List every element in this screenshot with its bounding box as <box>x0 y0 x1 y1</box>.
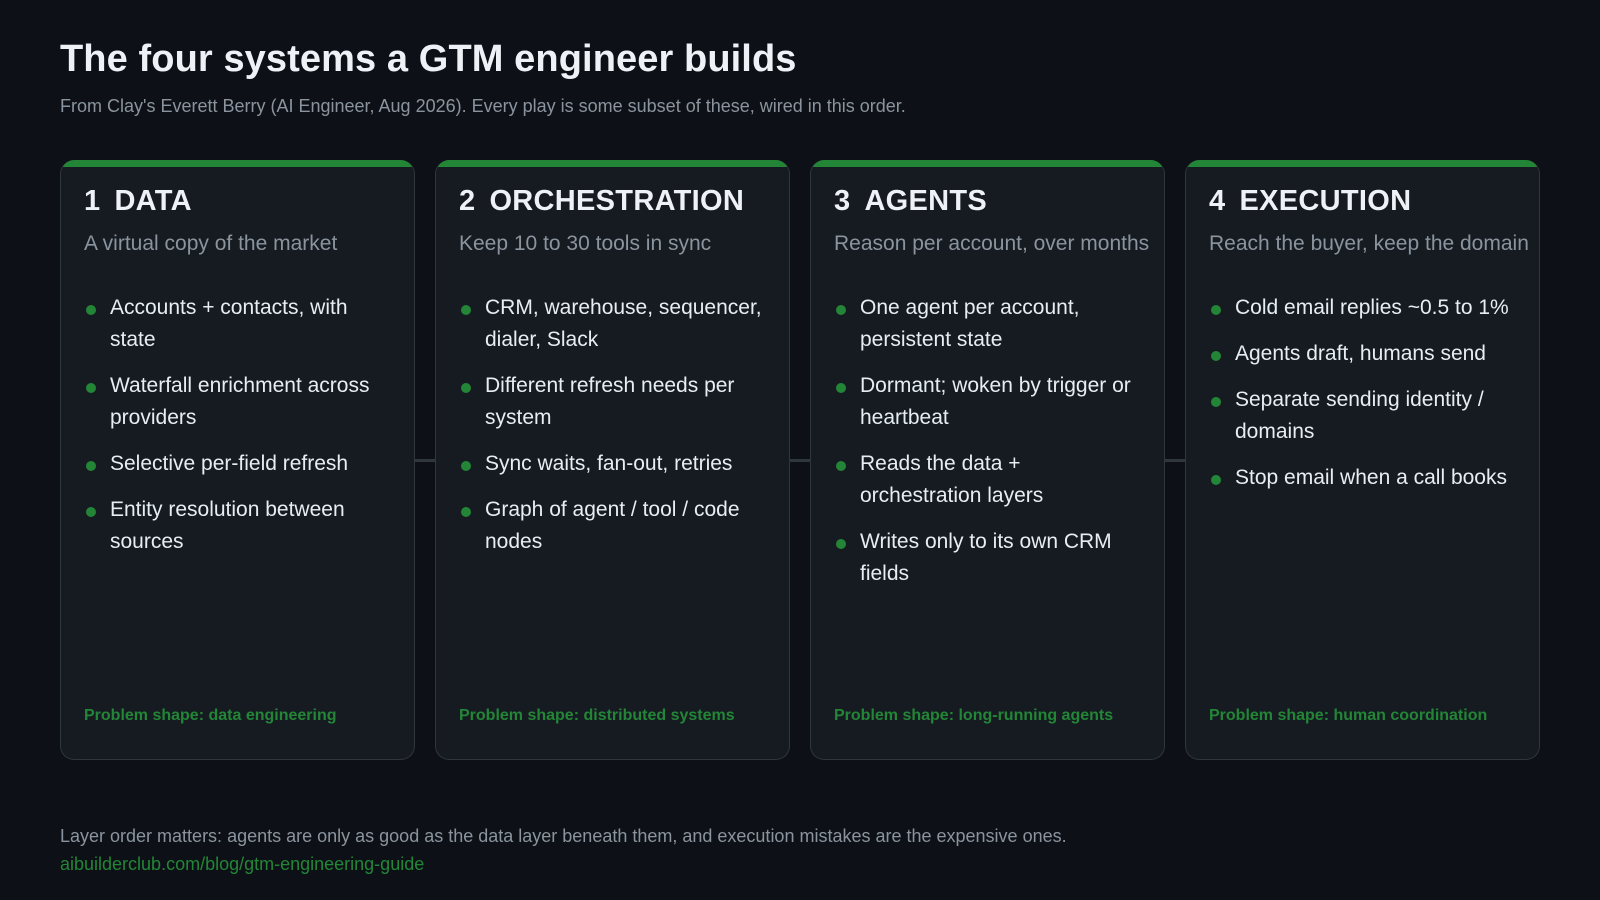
card-number: 3 <box>834 185 851 217</box>
card-problem-shape: Problem shape: distributed systems <box>459 707 735 724</box>
systems-diagram: 1 DATA A virtual copy of the market Accou… <box>60 160 1540 760</box>
card-bullet: Stop email when a call books <box>1209 462 1521 494</box>
card-bullet-list: CRM, warehouse, sequencer, dialer, Slack… <box>459 292 771 572</box>
card-bullet: Entity resolution between sources <box>84 494 396 558</box>
card-bullet-text: Separate sending identity / domains <box>1235 388 1484 443</box>
card-number: 4 <box>1209 185 1226 217</box>
card-bullet-list: One agent per account, persistent state … <box>834 292 1146 604</box>
card-problem-shape: Problem shape: data engineering <box>84 707 337 724</box>
card-accent-bar <box>1186 160 1539 167</box>
card-bullet-text: One agent per account, persistent state <box>860 296 1080 351</box>
card-name: AGENTS <box>864 185 988 217</box>
bullet-dot-icon <box>1211 397 1221 407</box>
card-accent-bar <box>436 160 789 167</box>
bullet-dot-icon <box>1211 305 1221 315</box>
card-number: 2 <box>459 185 476 217</box>
card-bullet-list: Cold email replies ~0.5 to 1% Agents dra… <box>1209 292 1521 508</box>
bullet-dot-icon <box>86 383 96 393</box>
card-heading: 2 ORCHESTRATION <box>459 185 744 218</box>
bullet-dot-icon <box>836 539 846 549</box>
card-accent-bar <box>811 160 1164 167</box>
card-bullet: Dormant; woken by trigger or heartbeat <box>834 370 1146 434</box>
card-bullet-list: Accounts + contacts, with state Waterfal… <box>84 292 396 572</box>
card-bullet: Agents draft, humans send <box>1209 338 1521 370</box>
page-subtitle: From Clay's Everett Berry (AI Engineer, … <box>60 96 906 116</box>
card-tagline: A virtual copy of the market <box>84 232 338 255</box>
bullet-dot-icon <box>461 383 471 393</box>
system-card-agents: 3 AGENTS Reason per account, over months … <box>810 160 1165 760</box>
card-bullet: Selective per-field refresh <box>84 448 396 480</box>
card-connector <box>415 459 435 462</box>
card-bullet-text: Graph of agent / tool / code nodes <box>485 498 740 553</box>
card-bullet-text: Selective per-field refresh <box>110 452 349 475</box>
system-card-execution: 4 EXECUTION Reach the buyer, keep the dom… <box>1185 160 1540 760</box>
card-bullet: One agent per account, persistent state <box>834 292 1146 356</box>
card-bullet-text: CRM, warehouse, sequencer, dialer, Slack <box>485 296 762 351</box>
card-bullet: Sync waits, fan-out, retries <box>459 448 771 480</box>
card-number: 1 <box>84 185 101 217</box>
card-bullet: Writes only to its own CRM fields <box>834 526 1146 590</box>
system-card-orchestration: 2 ORCHESTRATION Keep 10 to 30 tools in sy… <box>435 160 790 760</box>
card-bullet-text: Sync waits, fan-out, retries <box>485 452 733 475</box>
card-bullet-text: Stop email when a call books <box>1235 466 1507 489</box>
bullet-dot-icon <box>86 305 96 315</box>
card-name: DATA <box>114 185 192 217</box>
system-card-data: 1 DATA A virtual copy of the market Accou… <box>60 160 415 760</box>
card-bullet-text: Reads the data + orchestration layers <box>860 452 1044 507</box>
card-tagline: Reach the buyer, keep the domain <box>1209 232 1529 255</box>
bullet-dot-icon <box>461 305 471 315</box>
card-heading: 1 DATA <box>84 185 192 218</box>
card-tagline: Keep 10 to 30 tools in sync <box>459 232 712 255</box>
card-bullet: Different refresh needs per system <box>459 370 771 434</box>
card-connector <box>790 459 810 462</box>
bullet-dot-icon <box>1211 351 1221 361</box>
card-problem-shape: Problem shape: long-running agents <box>834 707 1114 724</box>
page-title: The four systems a GTM engineer builds <box>60 38 797 80</box>
card-problem-shape: Problem shape: human coordination <box>1209 707 1488 724</box>
card-bullet-text: Waterfall enrichment across providers <box>110 374 370 429</box>
card-accent-bar <box>61 160 414 167</box>
card-name: EXECUTION <box>1239 185 1412 217</box>
bullet-dot-icon <box>86 507 96 517</box>
bullet-dot-icon <box>836 383 846 393</box>
card-bullet-text: Entity resolution between sources <box>110 498 345 553</box>
card-name: ORCHESTRATION <box>489 185 745 217</box>
card-bullet: Separate sending identity / domains <box>1209 384 1521 448</box>
card-bullet-text: Cold email replies ~0.5 to 1% <box>1235 296 1509 319</box>
footnote: Layer order matters: agents are only as … <box>60 826 1067 846</box>
bullet-dot-icon <box>1211 475 1221 485</box>
card-bullet: Graph of agent / tool / code nodes <box>459 494 771 558</box>
card-connector <box>1165 459 1185 462</box>
card-bullet-text: Writes only to its own CRM fields <box>860 530 1112 585</box>
card-bullet: Accounts + contacts, with state <box>84 292 396 356</box>
card-bullet: CRM, warehouse, sequencer, dialer, Slack <box>459 292 771 356</box>
card-heading: 3 AGENTS <box>834 185 987 218</box>
card-tagline: Reason per account, over months <box>834 232 1150 255</box>
bullet-dot-icon <box>461 507 471 517</box>
card-bullet: Waterfall enrichment across providers <box>84 370 396 434</box>
source-link[interactable]: aibuilderclub.com/blog/gtm-engineering-g… <box>60 854 424 875</box>
card-bullet-text: Agents draft, humans send <box>1235 342 1486 365</box>
card-bullet: Reads the data + orchestration layers <box>834 448 1146 512</box>
card-bullet-text: Different refresh needs per system <box>485 374 735 429</box>
bullet-dot-icon <box>86 461 96 471</box>
card-bullet-text: Dormant; woken by trigger or heartbeat <box>860 374 1131 429</box>
card-bullet: Cold email replies ~0.5 to 1% <box>1209 292 1521 324</box>
card-heading: 4 EXECUTION <box>1209 185 1411 218</box>
bullet-dot-icon <box>461 461 471 471</box>
bullet-dot-icon <box>836 305 846 315</box>
bullet-dot-icon <box>836 461 846 471</box>
card-bullet-text: Accounts + contacts, with state <box>110 296 348 351</box>
